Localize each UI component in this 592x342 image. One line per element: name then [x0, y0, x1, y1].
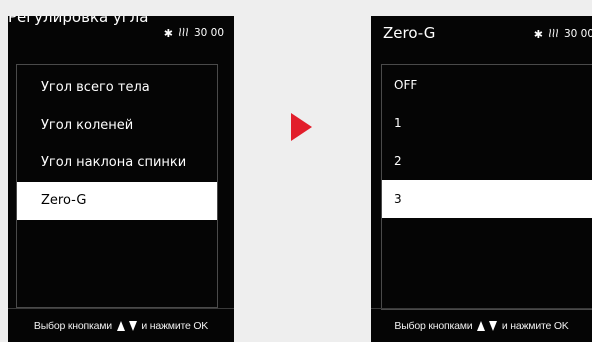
bluetooth-icon: ✱ [163, 26, 173, 40]
screen-title: Регулировка угла [8, 16, 149, 26]
time-display: 30 00 [563, 28, 592, 40]
hint-suffix: и нажмите OK [501, 319, 569, 332]
option-2[interactable]: 2 [382, 142, 592, 180]
menu-item-label: Угол наклона спинки [41, 155, 187, 170]
next-step-arrow-icon [291, 113, 312, 141]
option-label: 2 [394, 154, 402, 168]
menu-item-label: Zero-G [41, 193, 87, 208]
menu-item-backrest[interactable]: Угол наклона спинки [17, 144, 217, 182]
option-label: OFF [394, 78, 418, 92]
menu-item-label: Угол всего тела [41, 80, 150, 95]
hint-prefix: Выбор кнопками [394, 319, 473, 332]
down-arrow-icon [489, 320, 498, 331]
menu-item-knees[interactable]: Угол коленей [17, 107, 217, 145]
option-1[interactable]: 1 [382, 104, 592, 142]
menu-item-whole-body[interactable]: Угол всего тела [17, 69, 217, 107]
up-arrow-icon [116, 320, 125, 331]
hint-footer: Выбор кнопками и нажмите OK [371, 308, 592, 342]
left-screen: Регулировка угла ✱ 30 00 Угол всего тела… [8, 16, 234, 342]
option-label: 1 [394, 116, 402, 130]
time-display: 30 00 [193, 27, 224, 39]
menu-item-label: Угол коленей [41, 118, 134, 133]
hint-suffix: и нажмите OK [141, 319, 209, 332]
screen-title: Zero-G [383, 24, 436, 42]
menu-item-zero-g[interactable]: Zero-G [17, 182, 217, 220]
option-label: 3 [394, 192, 402, 206]
hint-footer: Выбор кнопками и нажмите OK [8, 308, 234, 342]
right-screen: Zero-G ✱ 30 00 OFF 1 2 3 Выбор кнопками … [371, 16, 592, 342]
status-bar: ✱ 30 00 [164, 26, 224, 40]
down-arrow-icon [128, 320, 137, 331]
option-3[interactable]: 3 [382, 180, 592, 218]
up-arrow-icon [477, 320, 486, 331]
status-bar: ✱ 30 00 [534, 27, 592, 41]
menu-list: OFF 1 2 3 [381, 64, 592, 310]
hint-prefix: Выбор кнопками [33, 319, 112, 332]
bluetooth-icon: ✱ [533, 27, 543, 41]
heat-icon [178, 26, 189, 40]
menu-list: Угол всего тела Угол коленей Угол наклон… [16, 64, 218, 308]
option-off[interactable]: OFF [382, 66, 592, 104]
heat-icon [548, 27, 559, 41]
